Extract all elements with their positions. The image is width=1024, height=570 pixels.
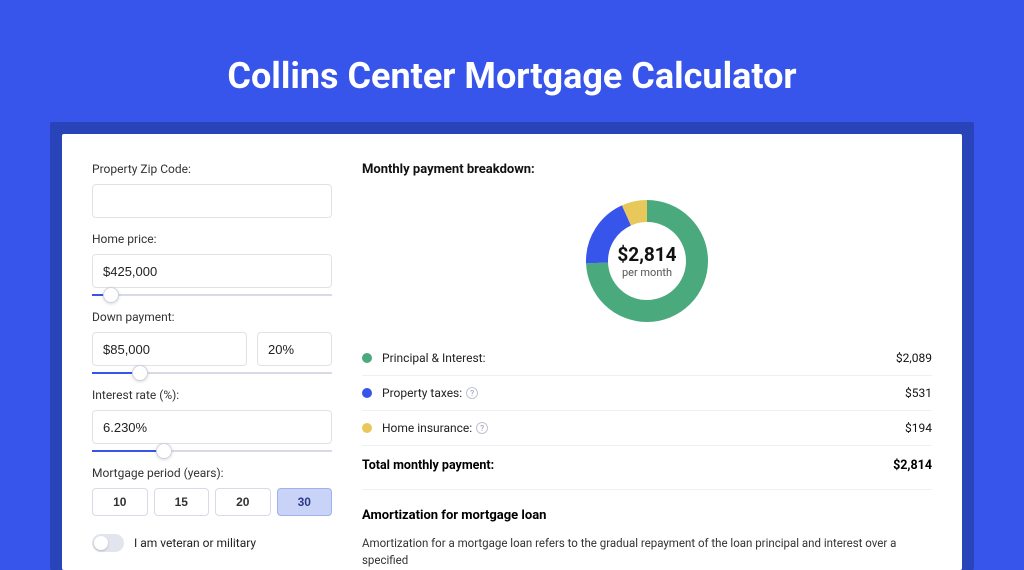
home-price-slider[interactable]	[92, 294, 332, 296]
slider-thumb[interactable]	[103, 287, 119, 303]
info-icon[interactable]: ?	[476, 422, 488, 434]
home-price-input[interactable]	[92, 254, 332, 288]
calculator-card: Property Zip Code: Home price: Down paym…	[62, 134, 962, 570]
interest-rate-input[interactable]	[92, 410, 332, 444]
home-price-field: Home price:	[92, 232, 332, 296]
donut-chart-wrap: $2,814 per month	[362, 193, 932, 341]
down-payment-slider[interactable]	[92, 372, 332, 374]
total-label: Total monthly payment:	[362, 458, 893, 473]
dot-icon	[362, 353, 372, 363]
donut-chart: $2,814 per month	[585, 199, 709, 323]
legend-label: Property taxes: ?	[382, 386, 905, 400]
breakdown-title: Monthly payment breakdown:	[362, 162, 932, 177]
info-icon[interactable]: ?	[466, 387, 478, 399]
legend-label: Principal & Interest:	[382, 351, 896, 365]
breakdown-panel: Monthly payment breakdown: $2,814 per mo…	[362, 162, 932, 570]
down-payment-pct-input[interactable]	[257, 332, 332, 366]
dot-icon	[362, 388, 372, 398]
down-payment-field: Down payment:	[92, 310, 332, 374]
page-title: Collins Center Mortgage Calculator	[50, 55, 974, 97]
legend-value: $2,089	[896, 351, 932, 365]
dot-icon	[362, 423, 372, 433]
zip-field: Property Zip Code:	[92, 162, 332, 218]
total-row: Total monthly payment: $2,814	[362, 445, 932, 489]
legend-value: $531	[905, 386, 932, 400]
amortization-text: Amortization for a mortgage loan refers …	[362, 535, 932, 570]
veteran-label: I am veteran or military	[134, 536, 256, 550]
total-value: $2,814	[893, 458, 932, 473]
slider-thumb[interactable]	[132, 365, 148, 381]
legend-principal-interest: Principal & Interest: $2,089	[362, 341, 932, 375]
legend-home-insurance: Home insurance: ? $194	[362, 410, 932, 445]
mortgage-period-label: Mortgage period (years):	[92, 466, 332, 480]
legend-value: $194	[905, 421, 932, 435]
donut-subtext: per month	[622, 266, 672, 279]
form-panel: Property Zip Code: Home price: Down paym…	[92, 162, 332, 570]
down-payment-input[interactable]	[92, 332, 247, 366]
zip-input[interactable]	[92, 184, 332, 218]
legend-property-taxes: Property taxes: ? $531	[362, 375, 932, 410]
mortgage-period-field: Mortgage period (years): 10 15 20 30	[92, 466, 332, 516]
amortization-title: Amortization for mortgage loan	[362, 508, 932, 523]
down-payment-label: Down payment:	[92, 310, 332, 324]
interest-rate-slider[interactable]	[92, 450, 332, 452]
card-band: Property Zip Code: Home price: Down paym…	[50, 122, 974, 570]
interest-rate-label: Interest rate (%):	[92, 388, 332, 402]
veteran-row: I am veteran or military	[92, 534, 332, 552]
amortization-section: Amortization for mortgage loan Amortizat…	[362, 489, 932, 570]
legend-label: Home insurance: ?	[382, 421, 905, 435]
donut-amount: $2,814	[617, 243, 676, 266]
veteran-toggle[interactable]	[92, 534, 124, 552]
slider-thumb[interactable]	[156, 443, 172, 459]
home-price-label: Home price:	[92, 232, 332, 246]
interest-rate-field: Interest rate (%):	[92, 388, 332, 452]
zip-label: Property Zip Code:	[92, 162, 332, 176]
